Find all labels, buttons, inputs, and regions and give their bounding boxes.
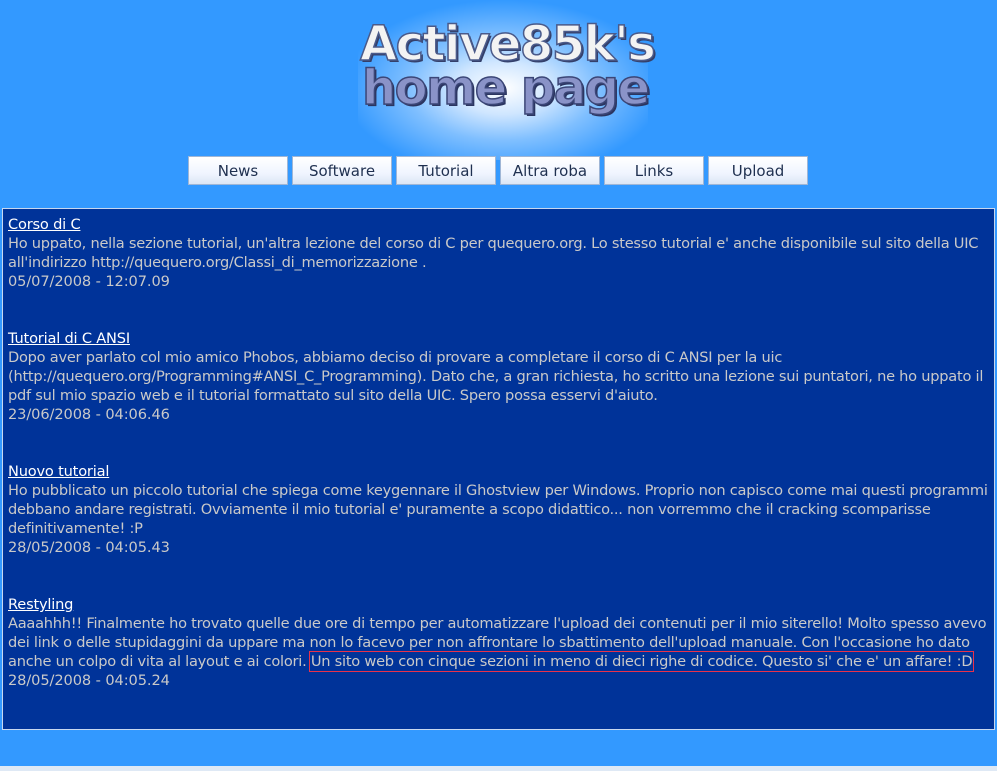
news-date: 28/05/2008 - 04:05.43 [8, 539, 170, 556]
news-body: Ho uppato, nella sezione tutorial, un'al… [8, 235, 979, 271]
site-logo[interactable]: Active85k's home page [359, 19, 656, 116]
news-item: Corso di C Ho uppato, nella sezione tuto… [8, 215, 989, 291]
nav-button-upload[interactable]: Upload [708, 156, 808, 185]
logo-line-2: home page [361, 60, 651, 116]
news-body: Aaaahhh!! Finalmente ho trovato quelle d… [8, 614, 989, 672]
news-item: Nuovo tutorial Ho pubblicato un piccolo … [8, 462, 989, 557]
news-title-link[interactable]: Corso di C [8, 215, 81, 234]
news-date: 05/07/2008 - 12:07.09 [8, 273, 170, 290]
news-date: 28/05/2008 - 04:05.24 [8, 672, 170, 689]
news-item: Restyling Aaaahhh!! Finalmente ho trovat… [8, 595, 989, 690]
highlighted-text: Un sito web con cinque sezioni in meno d… [308, 651, 975, 672]
news-body: Ho pubblicato un piccolo tutorial che sp… [8, 482, 988, 537]
nav-button-tutorial[interactable]: Tutorial [396, 156, 496, 185]
header: Active85k's home page News Software Tuto… [0, 0, 997, 205]
main-nav: News Software Tutorial Altra roba Links … [188, 156, 808, 185]
news-date: 23/06/2008 - 04:06.46 [8, 406, 170, 423]
news-item: Tutorial di C ANSI Dopo aver parlato col… [8, 329, 989, 424]
news-title-link[interactable]: Tutorial di C ANSI [8, 329, 130, 348]
news-title-link[interactable]: Restyling [8, 595, 73, 614]
nav-button-software[interactable]: Software [292, 156, 392, 185]
news-body: Dopo aver parlato col mio amico Phobos, … [8, 349, 984, 404]
news-panel: Corso di C Ho uppato, nella sezione tuto… [2, 208, 995, 730]
nav-button-news[interactable]: News [188, 156, 288, 185]
news-title-link[interactable]: Nuovo tutorial [8, 462, 109, 481]
nav-button-altra-roba[interactable]: Altra roba [500, 156, 600, 185]
nav-button-links[interactable]: Links [604, 156, 704, 185]
footer-bar [0, 766, 997, 771]
